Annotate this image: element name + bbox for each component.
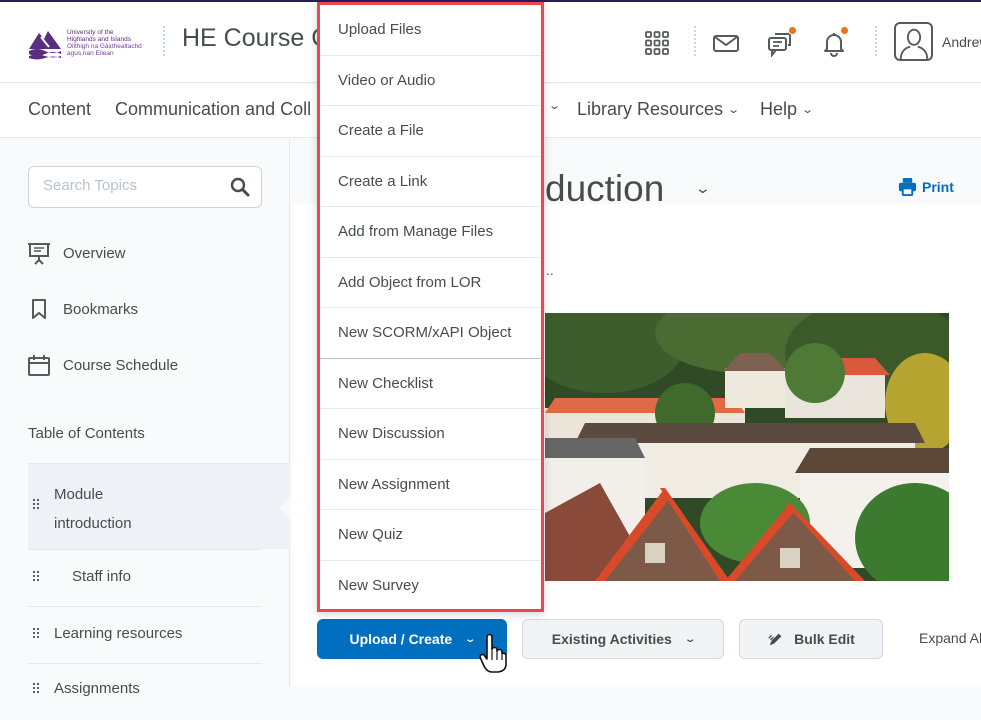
content-sidebar: Overview Bookmarks Course Schedule Table… <box>0 139 291 697</box>
print-label: Print <box>922 178 954 195</box>
sidebar-link-course-schedule[interactable]: Course Schedule <box>27 353 178 377</box>
sidebar-link-label: Bookmarks <box>63 300 139 318</box>
notifications-button[interactable] <box>817 26 851 60</box>
menu-item-add-from-manage-files[interactable]: Add from Manage Files <box>320 207 541 258</box>
bulk-edit-label: Bulk Edit <box>794 631 855 647</box>
menu-item-new-scorm-xapi-object[interactable]: New SCORM/xAPI Object <box>320 308 541 359</box>
sidebar-link-bookmarks[interactable]: Bookmarks <box>27 297 138 321</box>
module-banner-image <box>545 313 949 581</box>
toc-heading: Table of Contents <box>28 425 145 442</box>
calendar-icon <box>28 355 50 376</box>
chevron-down-icon: ⌄ <box>801 104 815 116</box>
presentation-icon <box>28 243 50 265</box>
sidebar-link-label: Course Schedule <box>63 356 179 374</box>
menu-item-upload-files[interactable]: Upload Files <box>320 5 541 56</box>
search-topics-field[interactable] <box>28 166 262 208</box>
drag-handle-icon[interactable] <box>32 682 40 694</box>
header-divider <box>163 26 165 56</box>
bulk-edit-button[interactable]: Bulk Edit <box>739 619 883 659</box>
expand-all-link[interactable]: Expand Al <box>919 630 981 646</box>
title-chevron-down-icon[interactable]: ⌄ <box>695 180 711 197</box>
notification-badge <box>788 26 797 35</box>
chevron-down-icon: ⌄ <box>683 633 697 645</box>
drag-handle-icon[interactable] <box>32 498 40 510</box>
logo-line: University of the <box>67 29 114 36</box>
chevron-down-icon: ⌄ <box>727 104 741 116</box>
menu-item-new-checklist[interactable]: New Checklist <box>320 359 541 409</box>
banner-town-image <box>545 313 949 581</box>
toc-item-label: introduction <box>54 515 132 532</box>
existing-activities-label: Existing Activities <box>551 631 672 647</box>
toc-item-staff-info[interactable]: Staff info <box>28 549 262 606</box>
mail-button[interactable] <box>709 26 743 60</box>
nav-label: Library Resources <box>577 99 724 119</box>
nav-item-content[interactable]: Content <box>28 99 91 120</box>
notification-badge <box>840 26 849 35</box>
user-silhouette-icon <box>899 28 928 59</box>
nav-label: Communication and Coll <box>115 99 312 119</box>
toc-item-label: Assignments <box>54 680 140 697</box>
menu-item-video-or-audio[interactable]: Video or Audio <box>320 56 541 106</box>
logo-mountain-icon <box>29 31 61 60</box>
user-avatar[interactable] <box>894 22 933 61</box>
apps-grid-button[interactable] <box>640 26 674 60</box>
nav-item-hidden-dropdown[interactable]: ⌄ <box>544 99 562 112</box>
logo-text: University of the Highlands and Islands … <box>67 29 142 57</box>
pencil-icon <box>768 633 782 646</box>
university-logo[interactable]: University of the Highlands and Islands … <box>27 22 147 64</box>
chevron-down-icon: ⌄ <box>464 633 477 645</box>
drag-handle-icon[interactable] <box>32 627 40 639</box>
nav-label: Content <box>28 99 92 119</box>
header-divider <box>694 26 696 56</box>
hand-pointer-cursor-icon <box>479 634 507 673</box>
existing-activities-button[interactable]: Existing Activities ⌄ <box>522 619 724 659</box>
menu-item-new-discussion[interactable]: New Discussion <box>320 409 541 460</box>
search-icon[interactable] <box>229 176 251 198</box>
menu-item-create-file[interactable]: Create a File <box>320 106 541 157</box>
module-title: duction <box>545 168 665 209</box>
menu-item-new-assignment[interactable]: New Assignment <box>320 460 541 510</box>
toc-item-assignments[interactable]: Assignments <box>28 663 262 720</box>
print-button[interactable]: Print <box>898 177 954 196</box>
nav-item-help[interactable]: Help ⌄ <box>760 99 815 120</box>
menu-item-new-quiz[interactable]: New Quiz <box>320 510 541 561</box>
logo-line: Oilthigh na Gàidhealtachd <box>67 43 142 50</box>
description-ellipsis: .. <box>546 262 554 278</box>
menu-item-create-link[interactable]: Create a Link <box>320 157 541 207</box>
bookmark-icon <box>32 299 46 319</box>
apps-grid-icon <box>645 31 669 55</box>
toc-item-label: Learning resources <box>54 625 183 642</box>
nav-item-communication[interactable]: Communication and Coll <box>115 99 311 120</box>
header-divider <box>875 26 877 56</box>
printer-icon <box>898 177 917 196</box>
nav-label: Help <box>760 99 798 119</box>
upload-create-label: Upload / Create <box>349 631 453 647</box>
toc-item-module-introduction[interactable]: Module introduction <box>28 463 291 549</box>
menu-item-add-object-from-lor[interactable]: Add Object from LOR <box>320 258 541 308</box>
drag-handle-icon[interactable] <box>32 570 40 582</box>
logo-line: agus nan Eilean <box>67 50 114 57</box>
upload-create-menu: Upload Files Video or Audio Create a Fil… <box>317 2 544 612</box>
mail-icon <box>713 35 739 52</box>
nav-item-library-resources[interactable]: Library Resources ⌄ <box>577 99 741 120</box>
active-indicator <box>279 496 291 520</box>
search-topics-input[interactable] <box>43 177 223 194</box>
sidebar-link-overview[interactable]: Overview <box>27 241 126 265</box>
sidebar-link-label: Overview <box>63 244 126 262</box>
user-name[interactable]: Andrew <box>942 34 981 50</box>
toc-item-label: Staff info <box>72 568 131 585</box>
logo-line: Highlands and Islands <box>67 36 131 43</box>
course-title[interactable]: HE Course C <box>182 24 329 53</box>
chevron-down-icon: ⌄ <box>548 100 562 112</box>
chat-button[interactable] <box>763 26 797 60</box>
toc-item-learning-resources[interactable]: Learning resources <box>28 606 262 663</box>
menu-item-new-survey[interactable]: New Survey <box>320 561 541 612</box>
toc-item-label: Module <box>54 486 104 503</box>
